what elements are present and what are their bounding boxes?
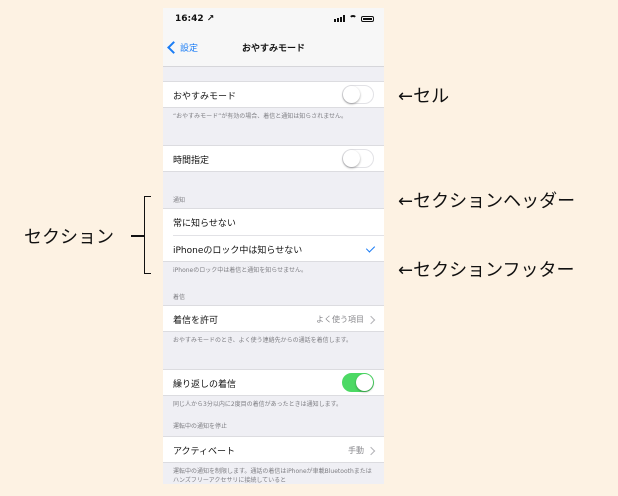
notify-section-header: 通知 [173, 197, 186, 204]
toggle-knob [356, 374, 373, 391]
page-title: おやすみモード [241, 44, 305, 54]
navigation-bar: 設定 おやすみモード [163, 30, 384, 67]
driving-section-header: 運転中の通知を停止 [173, 423, 228, 430]
dnd-footer: “おやすみモード”が有効の場合、着信と通知は知らされません。 [173, 113, 348, 120]
toggle-knob [343, 86, 360, 103]
toggle-knob [343, 150, 360, 167]
section-bracket [144, 196, 151, 274]
cell-activate[interactable]: アクティベート 手動 [163, 436, 384, 463]
phone-screen: 16:42 ↗ 設定 おやすみモード おやすみモード “おやすみモード”が有効の… [163, 8, 384, 484]
cell-locked[interactable]: iPhoneのロック中は知らせない [163, 236, 384, 262]
cell-repeated: 繰り返しの着信 [163, 369, 384, 396]
cell-dnd: おやすみモード [163, 81, 384, 108]
chevron-right-icon [366, 315, 376, 325]
calls-section-header: 着信 [173, 294, 186, 301]
annotation-cell: ←セル [398, 86, 450, 107]
activate-footer: 運転中の通知を制限します。通話の着信はiPhoneが車載Bluetoothまたは… [173, 468, 372, 484]
cell-activate-label: アクティベート [173, 447, 236, 457]
status-bar: 16:42 ↗ [163, 8, 384, 30]
locked-footer: iPhoneのロック中は着信と通知を知らせません。 [173, 267, 307, 274]
cell-allow-calls-value: よく使う項目 [316, 315, 364, 324]
annotation-section: セクション [24, 227, 114, 248]
bracket-tick [131, 235, 144, 237]
cell-scheduled: 時間指定 [163, 145, 384, 172]
status-icons [334, 15, 374, 22]
annotation-section-footer: ←セクションフッター [398, 260, 575, 281]
battery-icon [361, 16, 374, 22]
cell-allow-calls-label: 着信を許可 [173, 316, 219, 326]
status-time: 16:42 ↗ [175, 14, 215, 24]
signal-icon [334, 15, 345, 22]
cell-always-label: 常に知らせない [173, 219, 236, 229]
annotation-section-header: ←セクションヘッダー [398, 191, 576, 212]
cell-locked-label: iPhoneのロック中は知らせない [173, 246, 303, 256]
cell-dnd-label: おやすみモード [173, 92, 237, 102]
scheduled-toggle[interactable] [342, 149, 374, 168]
repeated-footer: 同じ人から3分以内に2度目の着信があったときは通知します。 [173, 401, 343, 408]
repeated-toggle[interactable] [342, 373, 374, 392]
cell-activate-value: 手動 [348, 446, 364, 455]
allow-calls-footer: おやすみモードのとき、よく使う連絡先からの通話を着信します。 [173, 337, 352, 344]
cell-allow-calls[interactable]: 着信を許可 よく使う項目 [163, 305, 384, 332]
wifi-icon [349, 15, 357, 22]
chevron-right-icon [366, 446, 376, 456]
cell-scheduled-label: 時間指定 [173, 156, 210, 166]
checkmark-icon [365, 243, 376, 253]
cell-group-notify: 常に知らせない iPhoneのロック中は知らせない [163, 208, 384, 262]
cell-repeated-label: 繰り返しの着信 [173, 380, 237, 390]
cell-always[interactable]: 常に知らせない [163, 209, 384, 235]
dnd-toggle[interactable] [342, 85, 374, 104]
